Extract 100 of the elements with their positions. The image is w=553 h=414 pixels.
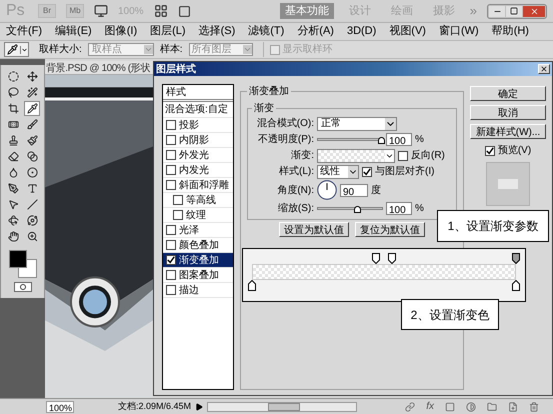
style-select[interactable]: 线性	[317, 164, 359, 178]
blend-mode-select[interactable]: 正常	[317, 116, 397, 130]
default-button[interactable]: 设置为默认值	[279, 222, 349, 237]
bandage-icon	[8, 119, 18, 130]
gradient-stop-icon[interactable]	[372, 253, 380, 264]
unit-label: 度	[371, 184, 381, 198]
angle-dial-icon[interactable]	[317, 180, 337, 200]
zoom-field[interactable]: 100%	[46, 400, 74, 412]
folder-icon[interactable]	[487, 402, 497, 412]
checkbox[interactable]	[166, 285, 176, 295]
gradient-picker[interactable]	[317, 148, 395, 162]
style-item[interactable]: 渐变叠加	[163, 253, 233, 268]
menu-item[interactable]: 窗口(W)	[438, 23, 479, 40]
section-title: 渐变叠加	[248, 84, 290, 99]
checkbox[interactable]	[173, 210, 183, 220]
minimize-button[interactable]	[489, 6, 505, 16]
quick-mask-button[interactable]	[14, 282, 32, 292]
close-button[interactable]	[538, 64, 550, 74]
pen-icon	[8, 183, 18, 194]
dialog-action-button[interactable]: 取消	[470, 105, 546, 120]
tool-preset-picker[interactable]	[4, 42, 29, 57]
checkbox[interactable]	[166, 255, 176, 265]
slider-thumb[interactable]	[378, 137, 385, 144]
mask-icon[interactable]	[445, 402, 455, 412]
scrollbar[interactable]	[207, 402, 358, 412]
checkbox[interactable]	[166, 225, 176, 235]
caret-icon	[20, 46, 28, 54]
arrange-icon[interactable]	[154, 4, 168, 18]
style-item[interactable]: 图案叠加	[163, 268, 233, 283]
style-item[interactable]: 描边	[163, 283, 233, 298]
link-icon[interactable]	[405, 402, 416, 412]
dialog-action-button[interactable]: 确定	[470, 86, 546, 101]
dialog-action-button[interactable]: 新建样式(W)...	[470, 124, 546, 139]
style-item[interactable]: 外发光	[163, 148, 233, 163]
screen-mode-icon[interactable]	[94, 4, 108, 18]
menu-item[interactable]: 图层(L)	[150, 23, 186, 40]
caret-icon	[385, 118, 396, 130]
checkbox[interactable]	[166, 240, 176, 250]
menu-item[interactable]: 滤镜(T)	[248, 23, 284, 40]
sample-size-label: 取样大小:	[39, 42, 82, 57]
caret-icon	[385, 150, 394, 162]
angle-input[interactable]: 90	[340, 184, 368, 196]
tool-button[interactable]	[24, 101, 40, 116]
menu-item[interactable]: 视图(V)	[389, 23, 426, 40]
gradient-stop-icon[interactable]	[512, 253, 520, 264]
color-swatches-icon[interactable]	[8, 250, 36, 278]
gradient-stop-icon[interactable]	[248, 280, 256, 291]
checkbox[interactable]	[362, 166, 372, 176]
dashed-circle-icon	[8, 71, 18, 82]
menu-item[interactable]: 文件(F)	[6, 23, 42, 40]
play-icon[interactable]	[195, 402, 204, 410]
checkbox[interactable]	[166, 120, 176, 130]
frame-icon[interactable]	[178, 4, 191, 18]
gradient-stop-icon[interactable]	[388, 253, 396, 264]
checkbox[interactable]	[166, 270, 176, 280]
field-label: 渐变:	[290, 148, 314, 163]
adjustment-icon[interactable]	[466, 402, 476, 412]
style-item[interactable]: 内阴影	[163, 133, 233, 148]
callout-label: 1、设置渐变参数	[437, 210, 549, 242]
menu-item[interactable]: 3D(D)	[346, 23, 376, 40]
menu-item[interactable]: 图像(I)	[104, 23, 138, 40]
fx-button[interactable]: fx	[426, 399, 434, 414]
checkbox[interactable]	[173, 195, 183, 205]
preview-label: 预览(V)	[498, 144, 532, 158]
document-tab[interactable]: 背景.PSD @ 100% (形状	[45, 61, 153, 75]
eyedropper-icon	[26, 103, 38, 114]
dodge-icon	[26, 167, 38, 178]
menu-item[interactable]: 帮助(H)	[492, 23, 529, 40]
checkbox[interactable]	[398, 150, 408, 160]
app-logo: Ps	[6, 1, 26, 21]
checkbox[interactable]	[166, 135, 176, 145]
unit-label: %	[415, 202, 424, 216]
style-item[interactable]: 纹理	[163, 208, 233, 223]
trash-icon[interactable]	[529, 402, 539, 412]
restore-button[interactable]	[506, 6, 522, 16]
droplet-icon	[8, 167, 18, 178]
field-label: 混合模式(O):	[256, 116, 314, 131]
style-item[interactable]: 投影	[163, 118, 233, 133]
new-layer-icon[interactable]	[508, 402, 518, 412]
caret-icon	[144, 45, 153, 54]
style-item[interactable]: 等高线	[163, 193, 233, 208]
style-item[interactable]: 斜面和浮雕	[163, 178, 233, 193]
scale-input[interactable]: 100	[386, 202, 412, 215]
checkbox[interactable]	[166, 180, 176, 190]
style-item[interactable]: 光泽	[163, 223, 233, 238]
blending-options-item[interactable]: 混合选项:自定	[163, 102, 233, 118]
default-button[interactable]: 复位为默认值	[355, 222, 425, 237]
caret-icon	[348, 166, 358, 178]
checkbox[interactable]	[166, 150, 176, 160]
menu-item[interactable]: 编辑(E)	[55, 23, 92, 40]
checkbox[interactable]	[166, 165, 176, 175]
opacity-input[interactable]: 100	[386, 133, 412, 146]
style-item[interactable]: 内发光	[163, 163, 233, 178]
menu-item[interactable]: 分析(A)	[297, 23, 334, 40]
menu-item[interactable]: 选择(S)	[198, 23, 236, 40]
sample-label: 样本:	[160, 42, 183, 57]
checkbox[interactable]	[484, 146, 495, 156]
slider-thumb[interactable]	[354, 206, 362, 213]
pointer-icon	[8, 199, 18, 210]
gradient-stop-icon[interactable]	[512, 280, 520, 291]
